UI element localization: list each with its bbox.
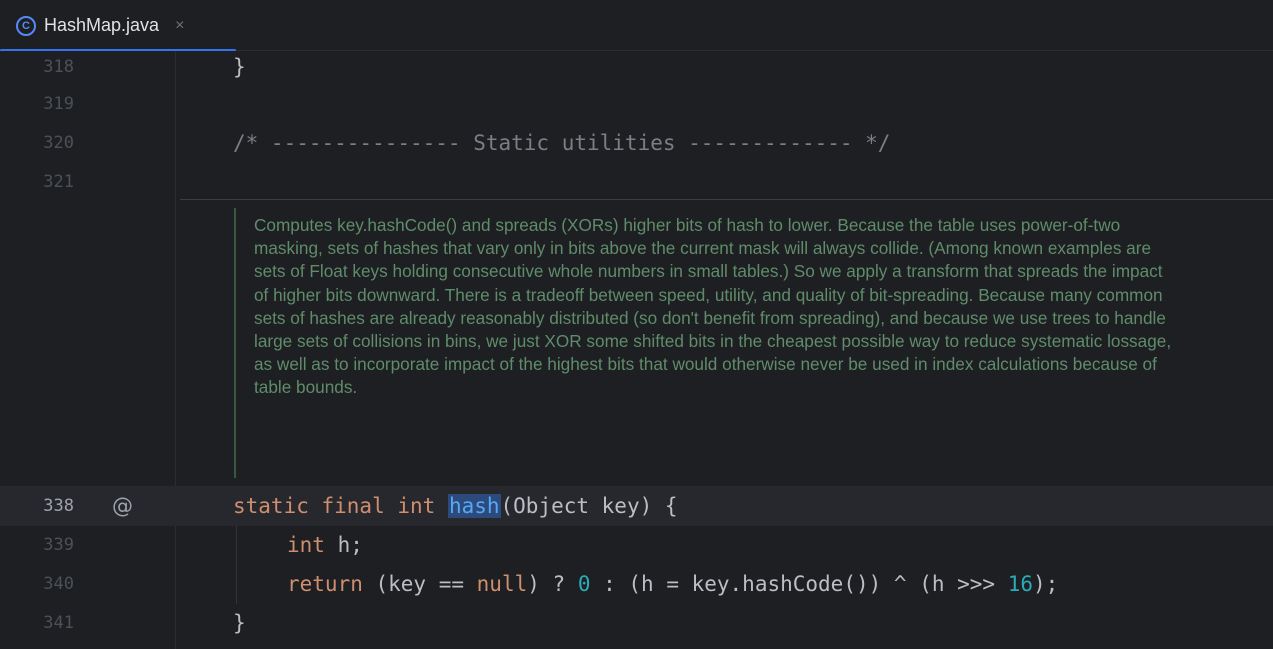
line-number: 340: [43, 574, 74, 594]
line-number: 338: [43, 496, 74, 516]
code-line[interactable]: 340 return (key == null) ? 0 : (h = key.…: [0, 564, 1273, 604]
line-number: 319: [43, 94, 74, 114]
code-text: }: [233, 55, 246, 79]
code-part: );: [1033, 572, 1059, 596]
code-part: (key ==: [362, 572, 477, 596]
code-rest: h;: [324, 533, 363, 557]
code-text: static final int hash(Object key) {: [233, 486, 678, 526]
code-part: ) ?: [527, 572, 578, 596]
java-class-icon: C: [16, 15, 36, 36]
tab-hashmap-java[interactable]: C HashMap.java ×: [0, 0, 236, 52]
code-rest: (Object key) {: [500, 494, 678, 518]
code-line[interactable]: 320 /* --------------- Static utilities …: [0, 123, 1273, 163]
number-literal: 16: [1007, 572, 1033, 596]
code-line[interactable]: 339 int h;: [0, 525, 1273, 565]
line-number: 318: [43, 57, 74, 77]
doc-comment-bar: [234, 208, 236, 478]
code-text: return (key == null) ? 0 : (h = key.hash…: [287, 564, 1058, 604]
line-number: 320: [43, 133, 74, 153]
close-icon[interactable]: ×: [175, 17, 184, 35]
indent-guide: [236, 526, 237, 604]
editor-tab-bar: C HashMap.java ×: [0, 0, 1273, 52]
code-text: }: [233, 611, 246, 635]
section-comment: /* --------------- Static utilities ----…: [233, 131, 891, 155]
keyword: int: [287, 533, 325, 557]
code-line[interactable]: 341 }: [0, 603, 1273, 643]
code-line[interactable]: 321: [0, 162, 1273, 202]
rendered-doc-comment[interactable]: Computes key.hashCode() and spreads (XOR…: [180, 199, 1273, 484]
override-icon[interactable]: @: [112, 486, 133, 526]
code-line-current[interactable]: 338 @ static final int hash(Object key) …: [0, 486, 1273, 526]
doc-comment-text: Computes key.hashCode() and spreads (XOR…: [254, 215, 1172, 398]
line-number: 321: [43, 172, 74, 192]
code-line[interactable]: 318 }: [0, 47, 1273, 87]
keyword-null: null: [476, 572, 528, 596]
tab-title: HashMap.java: [44, 15, 160, 35]
code-text: int h;: [287, 525, 363, 565]
code-editor[interactable]: 318 } 319 320 /* --------------- Static …: [0, 51, 1273, 649]
keyword: static final int: [233, 494, 448, 518]
keyword: return: [287, 572, 363, 596]
code-line[interactable]: 319: [0, 84, 1273, 124]
line-number: 341: [43, 613, 74, 633]
method-name-hash[interactable]: hash: [447, 494, 501, 518]
number-literal: 0: [577, 572, 591, 596]
line-number: 339: [43, 535, 74, 555]
code-part: : (h = key.hashCode()) ^ (h >>>: [590, 572, 1008, 596]
